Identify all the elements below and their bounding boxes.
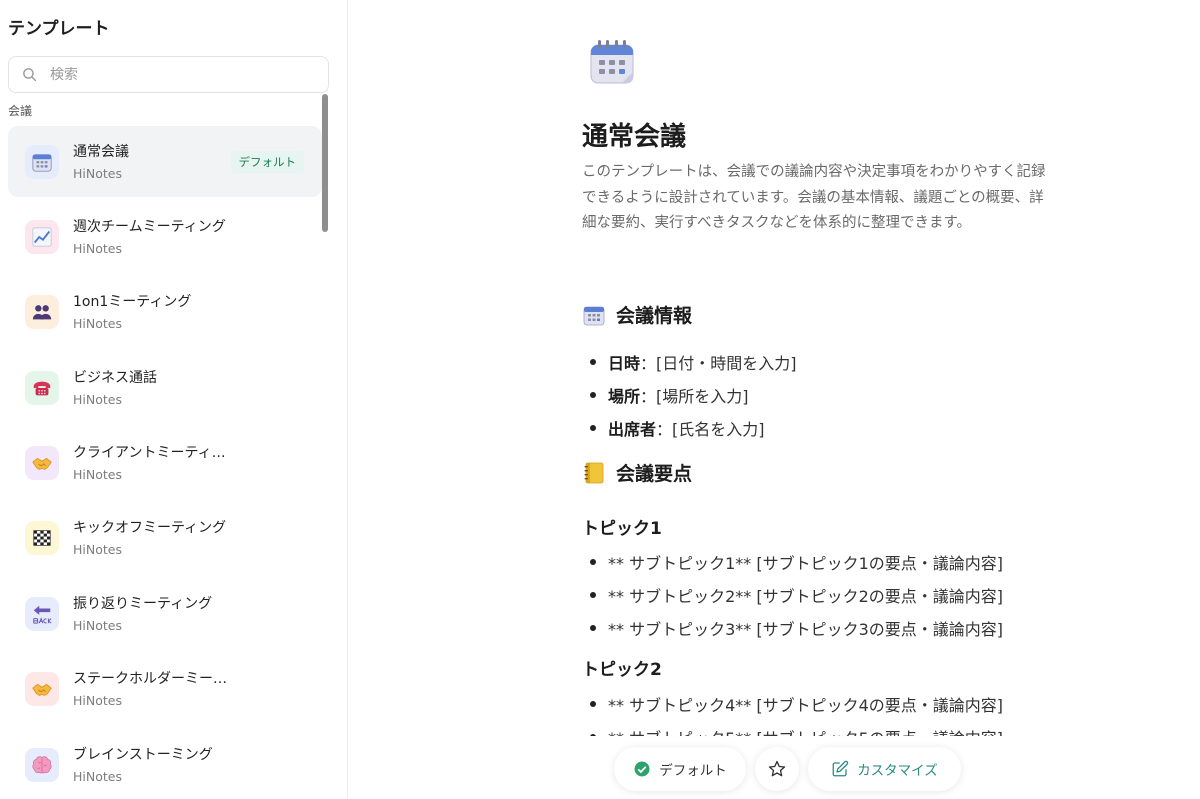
item-author: HiNotes <box>73 165 122 181</box>
item-author: HiNotes <box>73 467 122 483</box>
calendar-icon <box>590 40 634 84</box>
notebook-icon <box>584 462 604 483</box>
template-action-bar: デフォルト カスタマイズ <box>614 747 961 791</box>
item-icon-wrap <box>25 596 59 631</box>
doc-description: このテンプレートは、会議での議論内容や決定事項をわかりやすく記録できるように設計… <box>582 164 1046 231</box>
favorite-button[interactable] <box>755 747 799 791</box>
sidebar-scrollbar[interactable] <box>322 94 328 232</box>
topic1-list: ** サブトピック1** [サブトピック1の要点・議論内容] ** サブトピック… <box>582 545 1003 644</box>
list-item-text: ** サブトピック5** [サブトピック5の要点・議論内容] <box>608 725 1003 737</box>
template-list: 通常会議 HiNotes デフォルト 週次チームミーティング HiNotes 1… <box>8 126 322 799</box>
list-item: 出席者 ：[氏名を入力] <box>582 411 797 444</box>
info-label: 出席者 <box>608 419 657 439</box>
list-item: ** サブトピック2** [サブトピック2の要点・議論内容] <box>582 578 1003 611</box>
chart-up-icon <box>32 227 52 247</box>
item-icon-wrap <box>25 295 59 330</box>
section-heading-text: 会議情報 <box>616 305 693 327</box>
brain-icon <box>32 755 52 774</box>
item-author: HiNotes <box>73 316 122 332</box>
item-icon-wrap <box>25 219 59 254</box>
telephone-icon <box>33 381 51 396</box>
default-badge: デフォルト <box>230 151 304 173</box>
star-icon <box>768 760 786 777</box>
section-heading-meeting-points: 会議要点 <box>582 459 692 486</box>
item-name: キックオフミーティング <box>73 520 227 537</box>
topic2-list: ** サブトピック4** [サブトピック4の要点・議論内容] ** サブトピック… <box>582 687 1003 737</box>
list-item: ** サブトピック5** [サブトピック5の要点・議論内容] <box>582 720 1003 737</box>
item-name: 週次チームミーティング <box>73 218 226 235</box>
item-author: HiNotes <box>73 391 122 407</box>
template-item-weekly-team-meeting[interactable]: 週次チームミーティング HiNotes <box>8 201 322 272</box>
checkered-flag-icon <box>33 530 51 547</box>
template-item-brainstorming[interactable]: ブレインストーミング HiNotes <box>8 729 322 799</box>
item-author: HiNotes <box>73 617 122 633</box>
calendar-icon <box>583 306 605 325</box>
edit-icon <box>832 760 849 777</box>
list-item-text: ** サブトピック3** [サブトピック3の要点・議論内容] <box>608 619 1004 639</box>
item-name: ステークホルダーミー… <box>73 671 227 688</box>
template-item-stakeholder-meeting[interactable]: ステークホルダーミー… HiNotes <box>8 654 322 725</box>
template-item-business-call[interactable]: ビジネス通話 HiNotes <box>8 352 322 423</box>
set-default-button[interactable]: デフォルト <box>614 747 746 791</box>
info-value: ：[日付・時間を入力] <box>640 353 797 373</box>
topic-heading: トピック2 <box>582 660 662 680</box>
meeting-info-list: 日時 ：[日付・時間を入力] 場所 ：[場所を入力] 出席者 ：[氏名を入力] <box>582 345 797 444</box>
item-icon-wrap <box>25 446 59 481</box>
item-icon-wrap <box>25 370 59 405</box>
template-document: 通常会議 このテンプレートは、会議での議論内容や決定事項をわかりやすく記録できる… <box>582 0 1052 736</box>
template-item-client-meeting[interactable]: クライアントミーティ… HiNotes <box>8 428 322 499</box>
list-item: 場所 ：[場所を入力] <box>582 378 797 411</box>
check-circle-icon <box>634 761 650 777</box>
sidebar-title: テンプレート <box>8 19 110 39</box>
section-heading-meeting-info: 会議情報 <box>582 301 692 328</box>
item-icon-wrap <box>25 144 59 179</box>
info-value: ：[氏名を入力] <box>656 419 765 439</box>
template-item-regular-meeting[interactable]: 通常会議 HiNotes デフォルト <box>8 126 322 197</box>
handshake-icon <box>32 684 52 697</box>
template-sidebar: テンプレート 会議 通常会議 HiNotes デフォルト <box>0 0 348 799</box>
list-item: 日時 ：[日付・時間を入力] <box>582 345 797 378</box>
handshake-icon <box>32 457 52 470</box>
info-value: ：[場所を入力] <box>640 386 749 406</box>
search-input[interactable] <box>50 66 300 83</box>
topic-heading: トピック1 <box>582 519 662 539</box>
list-item: ** サブトピック3** [サブトピック3の要点・議論内容] <box>582 611 1003 644</box>
item-name: クライアントミーティ… <box>73 445 226 462</box>
list-item-text: ** サブトピック1** [サブトピック1の要点・議論内容] <box>608 553 1004 573</box>
item-author: HiNotes <box>73 240 122 256</box>
button-label: カスタマイズ <box>857 763 938 779</box>
doc-title: 通常会議 <box>582 122 687 152</box>
item-icon-wrap <box>25 747 59 782</box>
list-item-text: ** サブトピック4** [サブトピック4の要点・議論内容] <box>608 695 1004 715</box>
template-item-retrospective-meeting[interactable]: 振り返りミーティング HiNotes <box>8 578 322 649</box>
item-icon-wrap <box>25 521 59 556</box>
search-icon <box>23 68 37 82</box>
item-name: 振り返りミーティング <box>73 595 213 612</box>
item-author: HiNotes <box>73 768 122 784</box>
item-name: ビジネス通話 <box>73 369 157 386</box>
item-name: 1on1ミーティング <box>73 294 192 311</box>
button-label: デフォルト <box>659 763 727 779</box>
item-name: ブレインストーミング <box>73 746 213 763</box>
item-icon-wrap <box>25 672 59 707</box>
back-arrow-icon <box>33 605 52 624</box>
item-author: HiNotes <box>73 693 122 709</box>
list-item: ** サブトピック1** [サブトピック1の要点・議論内容] <box>582 545 1003 578</box>
customize-button[interactable]: カスタマイズ <box>808 747 961 791</box>
list-item-text: ** サブトピック2** [サブトピック2の要点・議論内容] <box>608 586 1004 606</box>
info-label: 日時 <box>608 353 641 373</box>
item-author: HiNotes <box>73 542 122 558</box>
search-box[interactable] <box>8 56 329 93</box>
template-item-kickoff-meeting[interactable]: キックオフミーティング HiNotes <box>8 503 322 574</box>
section-heading-text: 会議要点 <box>616 463 693 485</box>
list-item: ** サブトピック4** [サブトピック4の要点・議論内容] <box>582 687 1003 720</box>
section-label-meetings: 会議 <box>8 104 33 118</box>
template-item-1on1-meeting[interactable]: 1on1ミーティング HiNotes <box>8 277 322 348</box>
people-icon <box>32 305 52 320</box>
template-preview: 通常会議 このテンプレートは、会議での議論内容や決定事項をわかりやすく記録できる… <box>349 0 1200 799</box>
item-name: 通常会議 <box>73 143 129 160</box>
calendar-icon <box>32 153 52 172</box>
info-label: 場所 <box>608 386 641 406</box>
